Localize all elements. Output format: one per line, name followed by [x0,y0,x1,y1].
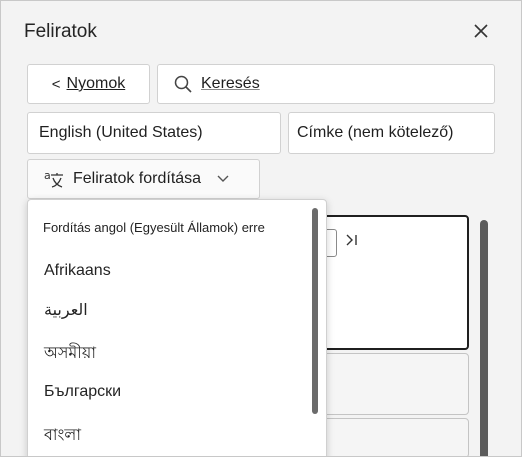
language-option-arabic[interactable]: العربية [44,300,304,320]
skip-to-end-icon[interactable] [345,233,359,247]
panel-title: Feliratok [24,21,97,42]
language-option-bulgarian[interactable]: Български [44,383,304,401]
chevron-down-icon [217,175,229,182]
close-button[interactable] [467,17,495,45]
language-option-assamese[interactable]: অসমীয়া [44,340,304,367]
dropdown-scrollbar[interactable] [312,208,318,414]
captions-panel: Feliratok < Nyomok Keresés English (Unit… [0,0,522,457]
svg-text:a: a [44,169,51,182]
close-icon [474,24,488,38]
language-value: English (United States) [39,124,203,141]
search-icon [174,75,192,93]
translate-captions-button[interactable]: a Feliratok fordítása [27,159,260,199]
language-option-afrikaans[interactable]: Afrikaans [44,262,304,280]
language-select[interactable]: English (United States) [27,112,281,154]
tag-input[interactable]: Címke (nem kötelező) [288,112,495,154]
translate-icon: a [44,169,63,188]
search-input[interactable]: Keresés [157,64,495,104]
search-placeholder: Keresés [201,75,260,92]
language-option-bangla[interactable]: বাংলা [44,422,304,449]
back-button[interactable]: < Nyomok [27,64,150,104]
dropdown-header: Fordítás angol (Egyesült Államok) erre [43,220,265,235]
back-button-label: Nyomok [66,75,126,92]
back-chevron: < [51,75,61,93]
translate-captions-label: Feliratok fordítása [73,170,202,187]
tag-placeholder: Címke (nem kötelező) [297,124,454,141]
panel-scrollbar[interactable] [480,220,488,456]
translate-language-dropdown: Fordítás angol (Egyesült Államok) erre A… [27,199,327,456]
